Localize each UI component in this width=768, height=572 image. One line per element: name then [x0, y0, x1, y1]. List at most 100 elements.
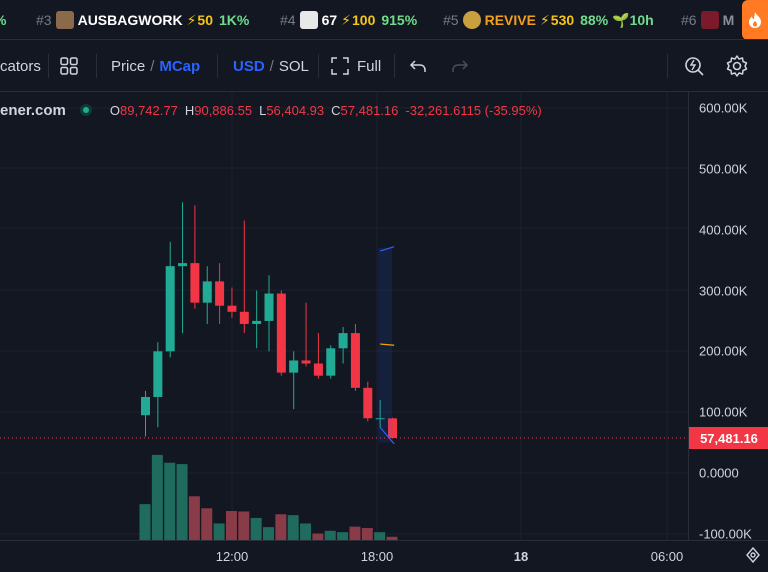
- gear-icon: [726, 55, 748, 77]
- undo-icon: [409, 60, 426, 72]
- live-status-icon: [79, 104, 92, 116]
- close-key: C: [331, 102, 341, 118]
- price-option[interactable]: Price: [111, 58, 145, 75]
- ticker-rank: #6: [681, 12, 697, 28]
- usd-option[interactable]: USD: [233, 58, 265, 75]
- price-tick-label: 400.00K: [699, 222, 748, 238]
- redo-button[interactable]: [451, 40, 469, 92]
- candle-body: [363, 387, 373, 419]
- ticker-symbol: REVIVE: [484, 12, 536, 28]
- fullscreen-icon: [331, 57, 349, 75]
- fullscreen-button[interactable]: Full: [331, 40, 381, 92]
- toolbar-divider: [48, 54, 49, 78]
- mcap-option[interactable]: MCap: [159, 58, 200, 75]
- ticker-change: 88%: [580, 12, 609, 28]
- layout-button[interactable]: [59, 40, 79, 92]
- time-tick-label: 18: [513, 549, 529, 564]
- volume-bar: [139, 504, 151, 540]
- time-axis[interactable]: 12:00 18:00 18 06:00: [0, 540, 768, 572]
- candle-body: [338, 333, 348, 349]
- last-price-tag: 57,481.16: [689, 427, 768, 450]
- price-tick-label: 600.00K: [699, 100, 748, 116]
- price-tick-label: 0.0000: [699, 465, 739, 481]
- chart-pane[interactable]: ener.com O 89,742.77 H 90,886.55 L 56,404.9…: [0, 92, 688, 540]
- sol-option[interactable]: SOL: [279, 58, 309, 75]
- volume-bar: [176, 464, 188, 540]
- currency-toggle[interactable]: USD / SOL: [233, 40, 309, 92]
- ticker-symbol: AUSBAGWORK: [77, 12, 183, 28]
- toolbar-divider: [318, 54, 319, 78]
- time-tick-label: 18:00: [360, 549, 394, 564]
- ticker-item-5[interactable]: #5 REVIVE ⚡ 530 88% 🌱 10h: [443, 0, 654, 39]
- auto-scale-button[interactable]: [745, 546, 761, 568]
- settings-button[interactable]: [725, 40, 749, 92]
- ticker-boost: 530: [550, 12, 575, 28]
- candle-body: [313, 363, 323, 376]
- volume-bar: [361, 528, 373, 540]
- candlestick-chart[interactable]: [0, 92, 688, 540]
- token-avatar-icon: [700, 11, 719, 29]
- volume-bar: [164, 462, 176, 540]
- volume-bar: [188, 496, 200, 540]
- trending-ticker: % #3 AUSBAGWORK ⚡ 50 1K% #4 67 ⚡ 100 915…: [0, 0, 768, 40]
- ticker-change: 915%: [381, 12, 418, 28]
- price-tick-label: 300.00K: [699, 283, 748, 298]
- ticker-item-2[interactable]: %: [0, 0, 10, 39]
- candle-body: [227, 305, 237, 312]
- candle-body: [153, 351, 163, 397]
- volume-bar: [275, 514, 287, 540]
- volume-bar: [324, 530, 336, 540]
- toolbar-divider: [96, 54, 97, 78]
- ticker-rank: #5: [443, 12, 459, 28]
- flame-icon: [749, 12, 761, 28]
- chart-source: ener.com: [0, 101, 66, 119]
- candle-body: [190, 263, 200, 303]
- volume-bar: [238, 511, 250, 540]
- quick-search-icon: [685, 57, 704, 76]
- boost-bolt-icon: ⚡: [186, 11, 197, 28]
- boost-bolt-icon: ⚡: [341, 11, 351, 28]
- close-value: 57,481.16: [340, 102, 399, 118]
- ticker-item-3[interactable]: #3 AUSBAGWORK ⚡ 50 1K%: [36, 0, 253, 39]
- ohlc-legend: ener.com O 89,742.77 H 90,886.55 L 56,404.9…: [0, 100, 549, 120]
- sprout-icon: 🌱: [612, 11, 630, 28]
- flame-logo-button[interactable]: [742, 0, 768, 39]
- candle-body: [252, 320, 262, 324]
- toolbar-divider: [394, 54, 395, 78]
- volume-bar: [225, 511, 237, 540]
- ticker-item-6[interactable]: #6 M: [681, 0, 738, 39]
- ticker-age: 10h: [629, 12, 654, 28]
- chart-toolbar: cators Price / MCap USD / SOL Full: [0, 40, 768, 92]
- grid-layout-icon: [60, 57, 78, 75]
- redo-icon: [452, 60, 469, 72]
- candle-body: [301, 360, 311, 364]
- bulb-avatar-icon: [462, 11, 481, 29]
- ticker-rank: #3: [36, 12, 52, 28]
- high-value: 90,886.55: [194, 102, 253, 118]
- indicators-label: cators: [0, 57, 41, 75]
- token-avatar-icon: [55, 11, 74, 29]
- price-axis[interactable]: 600.00K 500.00K 400.00K 300.00K 200.00K 100.0…: [688, 92, 768, 541]
- price-tick-label: 100.00K: [699, 404, 748, 420]
- time-tick-label: 06:00: [650, 549, 684, 564]
- price-tick-label: 200.00K: [699, 343, 748, 359]
- indicators-button[interactable]: cators: [0, 40, 41, 92]
- ticker-boost: 100: [352, 12, 376, 28]
- quick-search-button[interactable]: [683, 40, 705, 92]
- volume-bar: [213, 523, 225, 540]
- price-mcap-toggle[interactable]: Price / MCap: [111, 40, 200, 92]
- candle-body: [239, 311, 249, 324]
- ticker-change: %: [0, 12, 6, 28]
- candle-body: [350, 333, 360, 388]
- volume-bar: [349, 526, 361, 540]
- ticker-item-4[interactable]: #4 67 ⚡ 100 915%: [280, 0, 421, 39]
- volume-bar: [374, 532, 386, 540]
- high-key: H: [184, 102, 195, 118]
- low-value: 56,404.93: [266, 102, 325, 118]
- undo-button[interactable]: [409, 40, 427, 92]
- ticker-symbol: M: [722, 12, 735, 28]
- ticker-rank: #4: [280, 12, 296, 28]
- volume-bar: [201, 508, 213, 540]
- candle-body: [202, 281, 212, 303]
- settings-small-icon: [746, 546, 760, 564]
